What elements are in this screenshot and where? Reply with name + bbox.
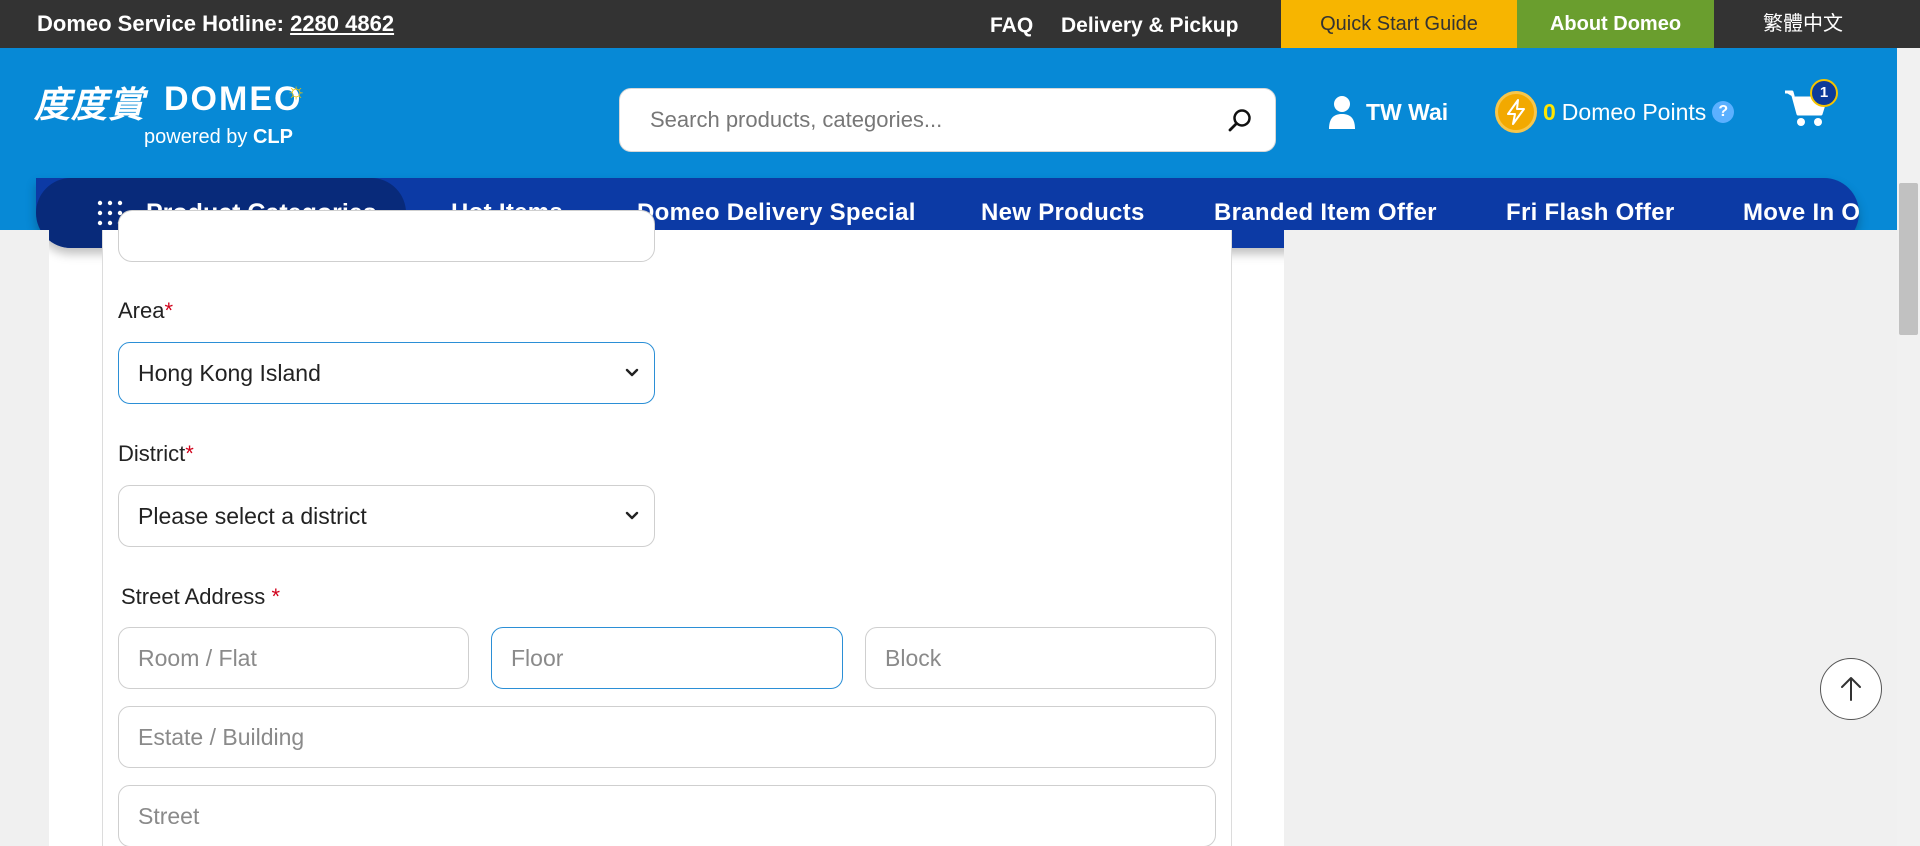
district-label-text: District <box>118 441 186 466</box>
district-select-value: Please select a district <box>138 503 367 529</box>
order-summary-panel <box>1284 230 1897 846</box>
logo-tagline: powered by CLP <box>144 126 293 149</box>
user-account[interactable]: TW Wai <box>1328 92 1448 132</box>
chevron-down-icon <box>625 511 639 520</box>
points-label: Domeo Points <box>1561 98 1707 125</box>
delivery-pickup-link[interactable]: Delivery & Pickup <box>1061 0 1238 48</box>
area-label: Area* <box>118 298 173 324</box>
lightning-bolt-icon <box>1495 91 1537 133</box>
user-icon <box>1329 96 1355 129</box>
arrow-up-icon <box>1841 677 1861 701</box>
domeo-points[interactable]: 0 Domeo Points ? <box>1495 90 1735 134</box>
street-label-text: Street Address <box>121 584 266 609</box>
floor-input[interactable]: Floor <box>491 627 843 689</box>
district-select[interactable]: Please select a district <box>118 485 655 547</box>
user-name: TW Wai <box>1366 98 1449 125</box>
about-domeo-button[interactable]: About Domeo <box>1517 0 1714 48</box>
search-icon[interactable] <box>1227 107 1253 133</box>
logo-brand-text: DOMEO <box>164 80 303 118</box>
quick-start-guide-button[interactable]: Quick Start Guide <box>1281 0 1517 48</box>
room-flat-input[interactable]: Room / Flat <box>118 627 469 689</box>
street-address-label: Street Address * <box>121 584 280 610</box>
points-value: 0 <box>1543 98 1556 125</box>
top-utility-bar: Domeo Service Hotline: 2280 4862 FAQ Del… <box>0 0 1920 48</box>
required-mark: * <box>185 441 194 466</box>
language-switch-button[interactable]: 繁體中文 <box>1714 0 1892 48</box>
service-hotline: Domeo Service Hotline: 2280 4862 <box>37 0 394 48</box>
previous-field[interactable] <box>118 210 655 262</box>
logo-chinese-text: 度度賞 <box>34 84 146 126</box>
hotline-label: Domeo Service Hotline: <box>37 11 284 36</box>
area-label-text: Area <box>118 298 165 323</box>
chevron-down-icon <box>625 368 639 377</box>
area-select[interactable]: Hong Kong Island <box>118 342 655 404</box>
search-input[interactable] <box>650 89 1210 151</box>
page-background-left <box>0 230 49 846</box>
scrollbar-track[interactable] <box>1897 48 1920 846</box>
required-mark: * <box>271 584 280 609</box>
logo-sun-icon: ☼ <box>286 78 307 103</box>
cart-count-badge: 1 <box>1810 79 1838 107</box>
scrollbar-thumb[interactable] <box>1899 183 1918 335</box>
back-to-top-button[interactable] <box>1820 658 1882 720</box>
street-input[interactable]: Street <box>118 785 1216 846</box>
district-label: District* <box>118 441 194 467</box>
estate-building-input[interactable]: Estate / Building <box>118 706 1216 768</box>
required-mark: * <box>164 298 174 323</box>
help-icon[interactable]: ? <box>1712 101 1735 123</box>
block-input[interactable]: Block <box>865 627 1216 689</box>
logo-tagline-brand: CLP <box>252 126 293 148</box>
search-box <box>619 88 1276 152</box>
area-select-value: Hong Kong Island <box>138 360 321 386</box>
domeo-logo[interactable]: 度度賞 DOMEO ☼ powered by CLP <box>34 76 307 166</box>
faq-link[interactable]: FAQ <box>990 0 1033 48</box>
hotline-number-link[interactable]: 2280 4862 <box>290 11 394 36</box>
logo-tagline-text: powered by <box>144 126 248 148</box>
